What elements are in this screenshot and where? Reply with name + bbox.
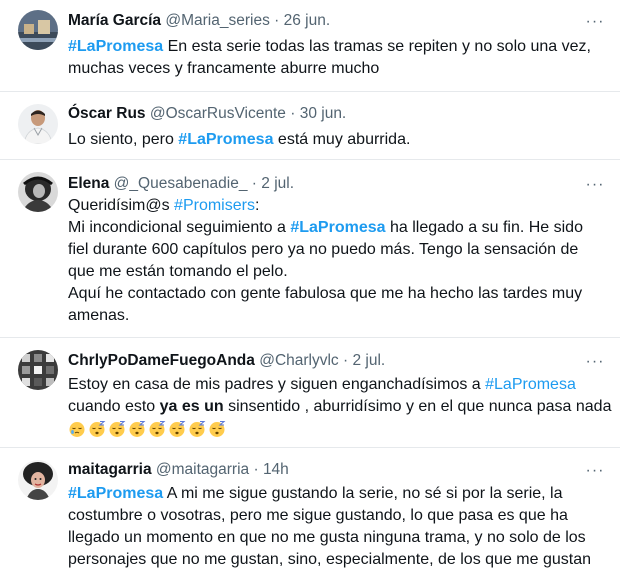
sleeping-face-emoji	[89, 420, 106, 437]
separator: ·	[247, 175, 262, 192]
tweet-text: Lo siento, pero #LaPromesa está muy abur…	[68, 129, 600, 151]
sleeping-face-emoji	[149, 420, 166, 437]
tweet-text: #LaPromesa En esta serie todas las trama…	[68, 36, 600, 80]
author-name[interactable]: maitagarria	[68, 461, 152, 478]
sleeping-face-emoji	[129, 420, 146, 437]
tweet-text: Estoy en casa de mis padres y siguen eng…	[68, 374, 611, 442]
sleeping-face-emoji	[169, 420, 186, 437]
more-options-icon[interactable]: ···	[584, 354, 606, 375]
more-options-icon[interactable]: ···	[584, 463, 606, 484]
avatar[interactable]	[18, 350, 58, 390]
tweet-date[interactable]: 26 jun.	[284, 12, 331, 29]
tweet-header: Óscar Rus @OscarRusVicente · 30 jun.	[68, 104, 580, 124]
author-name[interactable]: María García	[68, 12, 161, 29]
text-line: cuando esto ya es un sinsentido , aburri…	[68, 396, 611, 418]
author-name[interactable]: Óscar Rus	[68, 105, 146, 122]
text-fragment: :	[254, 197, 260, 214]
tweet-maitagarria[interactable]: maitagarria @maitagarria · 14h ··· #LaPr…	[0, 448, 620, 580]
text-fragment: está muy aburrida.	[273, 131, 411, 148]
text-line: costumbre o vosotras, pero me sigue gust…	[68, 507, 568, 524]
avatar-image	[18, 10, 58, 50]
sleeping-face-emoji	[189, 420, 206, 437]
text-line: #LaPromesa A mi me sigue gustando la ser…	[68, 483, 600, 505]
tweet-text: Queridísim@s #Promisers: Mi incondiciona…	[68, 195, 600, 327]
avatar[interactable]	[18, 460, 58, 500]
sleeping-face-emoji	[209, 420, 226, 437]
tweet-feed: María García @Maria_series · 26 jun. ···…	[0, 0, 620, 580]
text-fragment: Queridísim@s	[68, 197, 175, 214]
author-handle[interactable]: @_Quesabenadie_	[114, 175, 248, 192]
text-line: amenas.	[68, 307, 130, 324]
text-line: fiel durante 600 capítulos pero ya no pu…	[68, 241, 579, 258]
hashtag-link[interactable]: #LaPromesa	[68, 485, 163, 502]
hashtag-link[interactable]: #LaPromesa	[68, 38, 163, 55]
author-handle[interactable]: @OscarRusVicente	[150, 105, 286, 122]
text-line: Queridísim@s #Promisers:	[68, 195, 600, 217]
tweet-maria[interactable]: María García @Maria_series · 26 jun. ···…	[0, 0, 620, 92]
tweet-chrly[interactable]: ChrlyPoDameFuegoAnda @Charlyvlc · 2 jul.…	[0, 338, 620, 448]
text-line: personajes que no me gustan, sino, espec…	[68, 551, 591, 568]
text-line: #LaPromesa En esta serie todas las trama…	[68, 36, 600, 58]
tweet-date[interactable]: 2 jul.	[352, 352, 385, 369]
emoji-row	[68, 418, 600, 442]
text-fragment: ha llegado a su fin. He sido	[385, 219, 583, 236]
separator: ·	[285, 105, 300, 122]
tweet-text: #LaPromesa A mi me sigue gustando la ser…	[68, 483, 600, 571]
tweet-date[interactable]: 30 jun.	[300, 105, 347, 122]
text-fragment: En esta serie todas las tramas se repite…	[163, 38, 591, 55]
separator: ·	[269, 12, 284, 29]
author-handle[interactable]: @Maria_series	[165, 12, 269, 29]
sleeping-face-emoji	[109, 420, 126, 437]
tweet-header: ChrlyPoDameFuegoAnda @Charlyvlc · 2 jul.	[68, 351, 580, 371]
text-line: que me están tomando el pelo.	[68, 263, 288, 280]
author-name[interactable]: ChrlyPoDameFuegoAnda	[68, 352, 255, 369]
text-fragment: A mi me sigue gustando la serie, no sé s…	[163, 485, 563, 502]
text-line: muchas veces y francamente aburre mucho	[68, 60, 380, 77]
avatar-image	[18, 350, 58, 390]
avatar-image	[18, 172, 58, 212]
text-line: Aquí he contactado con gente fabulosa qu…	[68, 285, 583, 302]
tweet-oscar[interactable]: Óscar Rus @OscarRusVicente · 30 jun. Lo …	[0, 92, 620, 160]
bold-fragment: ya es un	[159, 398, 224, 415]
hashtag-link[interactable]: #LaPromesa	[485, 376, 576, 393]
avatar-image	[18, 460, 58, 500]
hashtag-link[interactable]: #LaPromesa	[290, 219, 385, 236]
text-fragment: Estoy en casa de mis padres y siguen eng…	[68, 376, 486, 393]
separator: ·	[249, 461, 263, 478]
tweet-header: maitagarria @maitagarria · 14h	[68, 460, 580, 480]
author-name[interactable]: Elena	[68, 175, 109, 192]
author-handle[interactable]: @Charlyvlc	[259, 352, 338, 369]
author-handle[interactable]: @maitagarria	[156, 461, 249, 478]
sleepy-face-emoji	[69, 421, 85, 437]
avatar[interactable]	[18, 104, 58, 144]
avatar-image	[18, 104, 58, 144]
text-line: Estoy en casa de mis padres y siguen eng…	[68, 374, 600, 396]
hashtag-link[interactable]: #LaPromesa	[178, 131, 273, 148]
more-options-icon[interactable]: ···	[584, 14, 606, 35]
tweet-date[interactable]: 2 jul.	[261, 175, 294, 192]
text-line: Mi incondicional seguimiento a #LaPromes…	[68, 217, 600, 239]
tweet-elena[interactable]: Elena @_Quesabenadie_ · 2 jul. ··· Queri…	[0, 160, 620, 338]
avatar[interactable]	[18, 172, 58, 212]
text-fragment: Lo siento, pero	[68, 131, 179, 148]
text-line: Lo siento, pero #LaPromesa está muy abur…	[68, 129, 600, 151]
hashtag-link[interactable]: #Promisers	[174, 197, 255, 214]
avatar[interactable]	[18, 10, 58, 50]
tweet-header: María García @Maria_series · 26 jun.	[68, 11, 580, 31]
text-fragment: cuando esto	[68, 398, 160, 415]
tweet-header: Elena @_Quesabenadie_ · 2 jul.	[68, 174, 580, 194]
text-fragment: Mi incondicional seguimiento a	[68, 219, 291, 236]
text-fragment: sinsentido , aburridísimo y en el que nu…	[223, 398, 612, 415]
separator: ·	[338, 352, 353, 369]
tweet-date[interactable]: 14h	[263, 461, 289, 478]
text-line: llegado un momento en que no me gusta ni…	[68, 529, 586, 546]
